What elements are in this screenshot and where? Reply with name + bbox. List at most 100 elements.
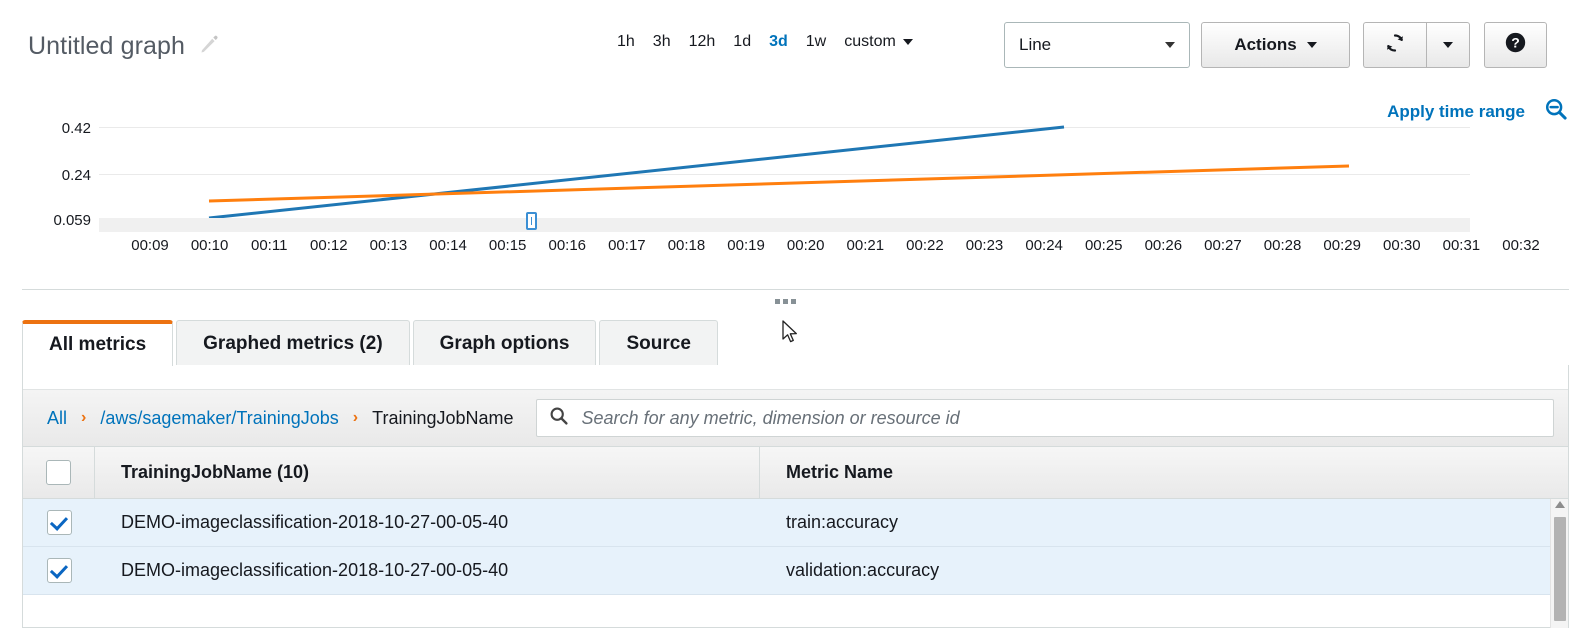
graph-type-value: Line (1019, 35, 1051, 55)
tab-all-metrics[interactable]: All metrics (22, 320, 173, 366)
x-tick-label: 00:12 (310, 237, 348, 254)
row-select-cell (23, 499, 95, 546)
tab-graphed-metrics[interactable]: Graphed metrics (2) (176, 320, 410, 366)
x-tick-label: 00:11 (251, 237, 287, 254)
range-3h[interactable]: 3h (653, 33, 671, 51)
x-tick-label: 00:30 (1383, 237, 1421, 254)
all-metrics-panel: All › /aws/sagemaker/TrainingJobs › Trai… (22, 365, 1569, 628)
range-3d[interactable]: 3d (769, 33, 788, 51)
actions-button[interactable]: Actions (1201, 22, 1350, 68)
mouse-cursor (782, 320, 800, 351)
chart-series-svg (99, 118, 1470, 220)
tab-graph-options[interactable]: Graph options (413, 320, 597, 366)
chevron-right-icon: › (353, 409, 358, 427)
row-checkbox[interactable] (47, 510, 72, 535)
graph-type-select[interactable]: Line (1004, 22, 1190, 68)
cell-metric-name: validation:accuracy (760, 560, 1568, 581)
x-tick-label: 00:13 (370, 237, 408, 254)
chevron-down-icon (1307, 42, 1317, 48)
select-all-checkbox[interactable] (46, 460, 71, 485)
table-row[interactable]: DEMO-imageclassification-2018-10-27-00-0… (23, 547, 1568, 595)
x-tick-label: 00:26 (1145, 237, 1183, 254)
tab-graph-options-label: Graph options (440, 333, 570, 355)
table-scrollbar[interactable] (1550, 499, 1568, 628)
scrollbar-thumb[interactable] (1554, 517, 1566, 621)
y-tick-label-2: 0.059 (53, 212, 91, 229)
x-tick-label: 00:29 (1323, 237, 1361, 254)
x-tick-label: 00:32 (1502, 237, 1540, 254)
time-cursor-handle[interactable] (526, 212, 537, 230)
search-box[interactable] (536, 399, 1554, 437)
x-tick-label: 00:17 (608, 237, 646, 254)
refresh-options-button[interactable] (1426, 22, 1470, 68)
refresh-button[interactable] (1363, 22, 1426, 68)
svg-text:?: ? (1511, 35, 1520, 51)
table-row[interactable]: DEMO-imageclassification-2018-10-27-00-0… (23, 499, 1568, 547)
range-custom[interactable]: custom (844, 33, 913, 51)
tab-graphed-metrics-label: Graphed metrics (2) (203, 333, 383, 355)
breadcrumb-item-all[interactable]: All (47, 408, 67, 429)
cell-training-job-name: DEMO-imageclassification-2018-10-27-00-0… (95, 499, 760, 546)
panel-drag-handle[interactable] (775, 299, 796, 304)
breadcrumb-item-dimension: TrainingJobName (372, 408, 513, 429)
chevron-down-icon (1165, 42, 1175, 48)
pencil-icon[interactable] (198, 33, 220, 60)
y-tick-label-1: 0.24 (62, 167, 91, 184)
x-tick-label: 00:15 (489, 237, 527, 254)
breadcrumb-item-namespace[interactable]: /aws/sagemaker/TrainingJobs (100, 408, 338, 429)
row-select-cell (23, 547, 95, 594)
cell-training-job-name: DEMO-imageclassification-2018-10-27-00-0… (95, 547, 760, 594)
range-1h[interactable]: 1h (617, 33, 635, 51)
tab-all-metrics-label: All metrics (49, 334, 146, 356)
select-all-cell (23, 447, 95, 498)
column-header-metric-name[interactable]: Metric Name (760, 462, 1568, 483)
x-tick-label: 00:23 (966, 237, 1004, 254)
zoom-out-icon[interactable] (1543, 96, 1569, 127)
range-1w[interactable]: 1w (806, 33, 826, 51)
x-tick-label: 00:28 (1264, 237, 1302, 254)
chevron-down-icon (903, 39, 913, 45)
range-custom-label: custom (844, 33, 896, 51)
tab-bar: All metrics Graphed metrics (2) Graph op… (22, 320, 721, 366)
x-tick-label: 00:20 (787, 237, 825, 254)
actions-button-label: Actions (1234, 35, 1296, 55)
time-axis-band[interactable] (99, 218, 1470, 232)
graph-title-group: Untitled graph (28, 32, 220, 61)
series-line-validation-accuracy (209, 166, 1349, 201)
x-tick-label: 00:18 (668, 237, 706, 254)
chart-area: Apply time range 0.42 0.24 0.059 00:0900… (0, 92, 1591, 284)
refresh-icon (1383, 31, 1407, 60)
metrics-table: TrainingJobName (10) Metric Name DEMO-im… (23, 447, 1568, 628)
page-title: Untitled graph (28, 32, 185, 61)
x-tick-label: 00:19 (727, 237, 765, 254)
table-header-row: TrainingJobName (10) Metric Name (23, 447, 1568, 499)
column-header-training-job-name[interactable]: TrainingJobName (10) (95, 447, 760, 498)
x-tick-label: 00:09 (131, 237, 169, 254)
x-tick-label: 00:21 (847, 237, 885, 254)
x-tick-label: 00:24 (1025, 237, 1063, 254)
range-1d[interactable]: 1d (733, 33, 751, 51)
time-range-selector: 1h 3h 12h 1d 3d 1w custom (617, 33, 913, 51)
x-tick-label: 00:16 (548, 237, 586, 254)
x-tick-label: 00:14 (429, 237, 467, 254)
chevron-down-icon (1443, 42, 1453, 48)
search-input[interactable] (580, 407, 1541, 430)
tab-source[interactable]: Source (599, 320, 717, 366)
scroll-up-arrow-icon[interactable] (1555, 501, 1565, 508)
tab-source-label: Source (626, 333, 690, 355)
graph-header: Untitled graph 1h 3h 12h 1d 3d 1w custom… (0, 0, 1591, 92)
x-tick-label: 00:25 (1085, 237, 1123, 254)
x-tick-label: 00:31 (1443, 237, 1481, 254)
x-tick-label: 00:10 (191, 237, 229, 254)
help-button[interactable]: ? (1484, 22, 1547, 68)
range-12h[interactable]: 12h (689, 33, 716, 51)
chevron-right-icon: › (81, 409, 86, 427)
x-tick-label: 00:22 (906, 237, 944, 254)
plot-canvas[interactable] (99, 118, 1470, 218)
series-line-train-accuracy (209, 127, 1064, 218)
search-icon (549, 406, 569, 431)
row-checkbox[interactable] (47, 558, 72, 583)
breadcrumb: All › /aws/sagemaker/TrainingJobs › Trai… (23, 389, 1568, 447)
x-tick-label: 00:27 (1204, 237, 1242, 254)
x-axis-ticks: 00:09 00:10 00:11 00:12 00:13 00:14 00:15 00:16… (99, 237, 1490, 259)
